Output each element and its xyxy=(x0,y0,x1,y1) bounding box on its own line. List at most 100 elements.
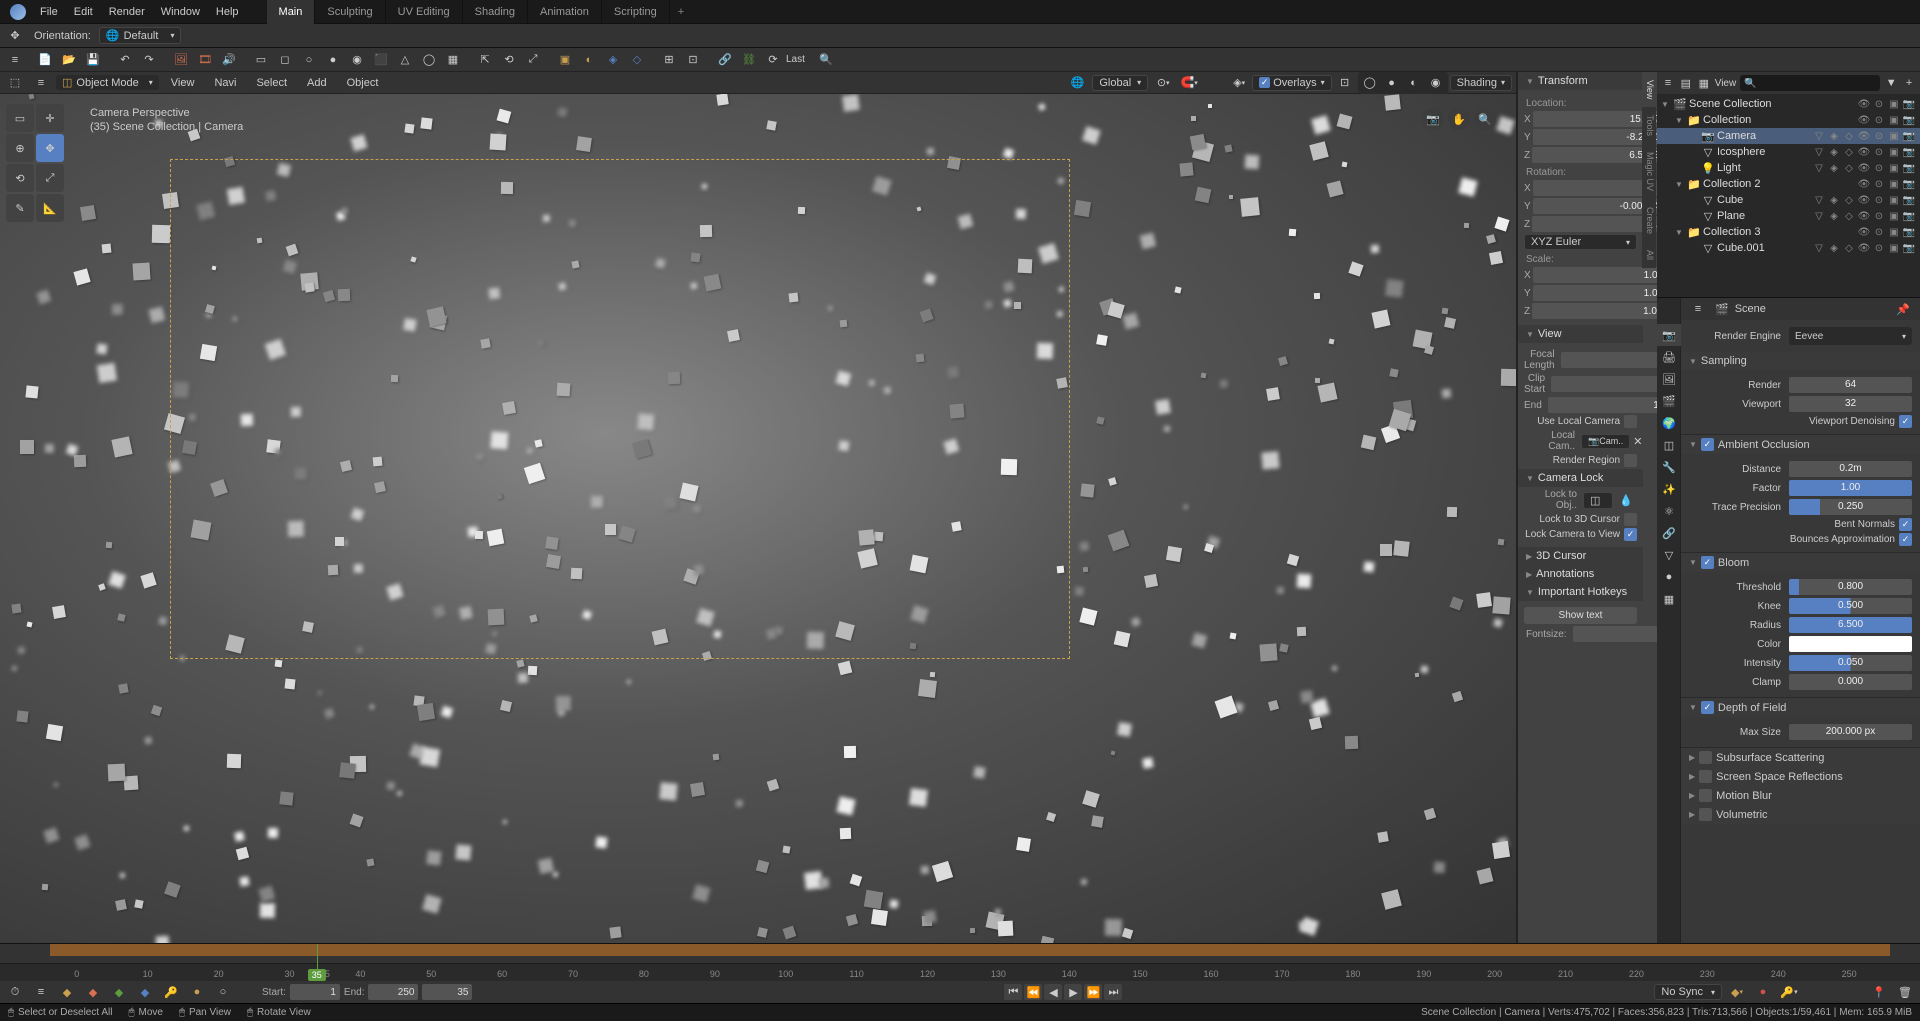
bloom-radius-slider[interactable]: 6.500 xyxy=(1789,617,1912,633)
prop-tab-particle[interactable]: ✨ xyxy=(1657,478,1681,500)
samples-viewport-input[interactable]: 32 xyxy=(1789,396,1912,412)
primitive-cube-icon[interactable]: ◻ xyxy=(275,50,295,70)
prop-tab-output[interactable]: 🖨 xyxy=(1657,346,1681,368)
rotate-tool[interactable]: ⟲ xyxy=(6,164,34,192)
hotkeys-panel-header[interactable]: Important Hotkeys xyxy=(1518,583,1643,601)
open-file-icon[interactable]: 📂 xyxy=(59,50,79,70)
orientation-icon[interactable]: 🌐 xyxy=(1067,73,1087,93)
transform-tool[interactable]: ✥ xyxy=(36,134,64,162)
jump-end-icon[interactable]: ⏭ xyxy=(1104,984,1122,1000)
shading-matprev-icon[interactable]: ◐ xyxy=(1404,73,1424,93)
next-keyframe-icon[interactable]: ⏩ xyxy=(1084,984,1102,1000)
prop-tab-viewlayer[interactable]: 🖼 xyxy=(1657,368,1681,390)
apply-loc-icon[interactable]: ⇱ xyxy=(475,50,495,70)
workspace-add-button[interactable]: + xyxy=(670,6,692,18)
samples-render-input[interactable]: 64 xyxy=(1789,377,1912,393)
outliner-search-input[interactable] xyxy=(1740,75,1880,91)
workspace-tab-sculpting[interactable]: Sculpting xyxy=(315,0,385,24)
prop-tab-constraint[interactable]: 🔗 xyxy=(1657,522,1681,544)
display-mode-icon[interactable]: ▤ xyxy=(1680,73,1692,93)
outliner-tree[interactable]: ▼ 🎬 Scene Collection 👁⊙▣📷 ▼ 📁 Collection… xyxy=(1657,94,1920,297)
fontsize-input[interactable] xyxy=(1573,626,1657,642)
move-tool[interactable]: ⊕ xyxy=(6,134,34,162)
bounds-toggle-icon[interactable]: ⊡ xyxy=(683,50,703,70)
play-icon[interactable]: ▶ xyxy=(1064,984,1082,1000)
filter-funnel-icon[interactable]: ▼ xyxy=(1885,73,1897,93)
shade-flat-icon[interactable]: ▣ xyxy=(555,50,575,70)
loc-y-input[interactable] xyxy=(1533,129,1657,145)
render-engine-dropdown[interactable]: Eevee▾ xyxy=(1789,327,1912,345)
scale-z-input[interactable] xyxy=(1532,303,1657,319)
autokey-toggle-icon[interactable]: ◆▾ xyxy=(1727,982,1747,1002)
render-icon[interactable]: 🖼 xyxy=(171,50,191,70)
move-gizmo-icon[interactable]: ✥ xyxy=(5,26,25,46)
tree-row[interactable]: ▽ Cube ▽◈◇👁⊙▣📷 xyxy=(1657,192,1920,208)
snap-icon[interactable]: 🧲▾ xyxy=(1179,73,1199,93)
npanel-tab-all[interactable]: All xyxy=(1642,242,1656,268)
workspace-tab-shading[interactable]: Shading xyxy=(463,0,528,24)
prop-tab-object[interactable]: ◫ xyxy=(1657,434,1681,456)
unlink-icon[interactable]: ⛓ xyxy=(739,50,759,70)
tree-row[interactable]: 💡 Light ▽◈◇👁⊙▣📷 xyxy=(1657,160,1920,176)
rot-z-input[interactable] xyxy=(1532,216,1657,232)
primitive-torus-icon[interactable]: ◯ xyxy=(419,50,439,70)
menu-icon[interactable]: ≡ xyxy=(31,982,51,1002)
rotation-mode-dropdown[interactable]: XYZ Euler▾ xyxy=(1524,234,1637,250)
wireframe-toggle-icon[interactable]: ⊞ xyxy=(659,50,679,70)
sampling-header[interactable]: Sampling xyxy=(1681,352,1920,370)
motionblur-header[interactable]: Motion Blur xyxy=(1681,786,1920,805)
link-icon[interactable]: 🔗 xyxy=(715,50,735,70)
menu-render[interactable]: Render xyxy=(101,0,153,24)
clip-end-input[interactable] xyxy=(1548,397,1657,413)
repeat-icon[interactable]: ⟳ xyxy=(763,50,783,70)
pivot-icon[interactable]: ⊙▾ xyxy=(1153,73,1173,93)
ssr-checkbox[interactable] xyxy=(1699,770,1712,783)
transform-orientation-dropdown[interactable]: Global▾ xyxy=(1092,75,1148,91)
gizmo-toggle-icon[interactable]: ◈▾ xyxy=(1229,73,1249,93)
editor-type-icon[interactable]: ≡ xyxy=(1688,299,1708,319)
zoom-view-icon[interactable]: 🔍 xyxy=(1474,108,1496,130)
cursor-tool[interactable]: ✛ xyxy=(36,104,64,132)
show-text-button[interactable]: Show text xyxy=(1524,607,1637,624)
new-collection-icon[interactable]: + xyxy=(1903,73,1915,93)
ao-trace-slider[interactable]: 0.250 xyxy=(1789,499,1912,515)
scale-y-input[interactable] xyxy=(1533,285,1657,301)
jump-start-icon[interactable]: ⏮ xyxy=(1004,984,1022,1000)
marker-icon-1[interactable]: ◆ xyxy=(57,982,77,1002)
render-audio-icon[interactable]: 🔊 xyxy=(219,50,239,70)
marker-add-icon[interactable]: 📍 xyxy=(1869,982,1889,1002)
undo-icon[interactable]: ↶ xyxy=(115,50,135,70)
tree-row[interactable]: ▼ 📁 Collection 👁⊙▣📷 xyxy=(1657,112,1920,128)
scale-tool[interactable]: ⤢ xyxy=(36,164,64,192)
cursor-panel-header[interactable]: 3D Cursor xyxy=(1518,547,1643,565)
npanel-tab-view[interactable]: View xyxy=(1642,72,1656,107)
bloom-header[interactable]: Bloom xyxy=(1681,553,1920,572)
save-file-icon[interactable]: 💾 xyxy=(83,50,103,70)
redo-icon[interactable]: ↷ xyxy=(139,50,159,70)
prop-tab-render[interactable]: 📷 xyxy=(1657,324,1681,346)
workspace-tab-animation[interactable]: Animation xyxy=(528,0,602,24)
record-toggle-icon[interactable]: ● xyxy=(1753,982,1773,1002)
render-anim-icon[interactable]: 🎞 xyxy=(195,50,215,70)
search-icon[interactable]: 🔍 xyxy=(816,50,836,70)
view-label[interactable]: View xyxy=(1715,78,1737,89)
primitive-plane-icon[interactable]: ▭ xyxy=(251,50,271,70)
shading-wireframe-icon[interactable]: ◯ xyxy=(1360,73,1380,93)
viewport-menu-object[interactable]: Object xyxy=(339,71,387,95)
filter-icon[interactable]: ▦ xyxy=(1698,73,1710,93)
clear-icon[interactable]: ✕ xyxy=(1633,431,1642,451)
dof-maxsize-input[interactable]: 200.000 px xyxy=(1789,724,1912,740)
marker-del-icon[interactable]: 🗑 xyxy=(1895,982,1915,1002)
ao-checkbox[interactable] xyxy=(1701,438,1714,451)
eyedropper-icon[interactable]: 💧 xyxy=(1616,490,1636,510)
prop-tab-physics[interactable]: ⚛ xyxy=(1657,500,1681,522)
keying-icon[interactable]: 🔑 xyxy=(161,982,181,1002)
bloom-clamp-input[interactable]: 0.000 xyxy=(1789,674,1912,690)
viewport-canvas[interactable]: ▭ ✛ ⊕ ✥ ⟲ ⤢ ✎ 📐 Camera Perspective ( xyxy=(0,94,1516,943)
pan-view-icon[interactable]: ✋ xyxy=(1448,108,1470,130)
start-frame-input[interactable] xyxy=(290,984,340,1000)
camera-view-icon[interactable]: 📷 xyxy=(1422,108,1444,130)
editor-type-icon[interactable]: ⏱ xyxy=(5,982,25,1002)
shading-solid-icon[interactable]: ● xyxy=(1382,73,1402,93)
annotations-panel-header[interactable]: Annotations xyxy=(1518,565,1643,583)
